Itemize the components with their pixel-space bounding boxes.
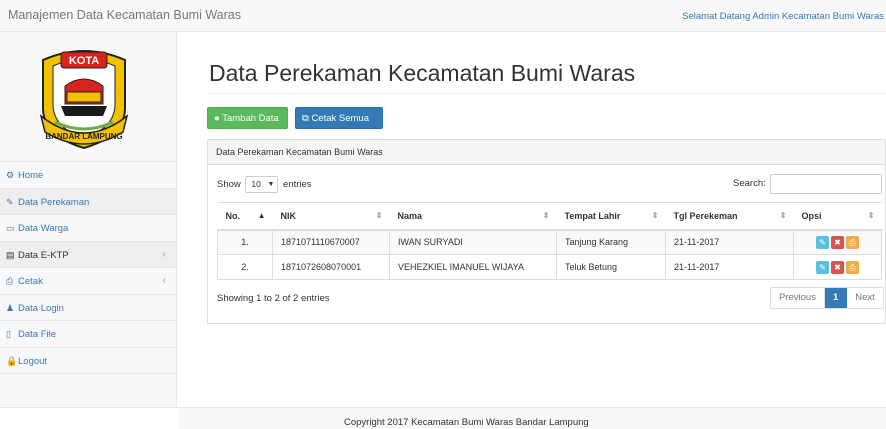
top-navbar: Manajemen Data Kecamatan Bumi Waras Sela…: [0, 0, 886, 32]
delete-button-icon[interactable]: ✖: [831, 260, 844, 274]
desktop-icon: ▭: [6, 223, 15, 233]
brand-title[interactable]: Manajemen Data Kecamatan Bumi Waras: [8, 8, 241, 22]
sidebar-item-label: Data Perekaman: [18, 196, 90, 208]
logo-text-top: KOTA: [69, 55, 99, 67]
search-input[interactable]: [770, 174, 882, 194]
sort-icon: ⇕: [651, 211, 659, 220]
sidebar-item-data-perekaman[interactable]: ✎ Data Perekaman: [0, 188, 176, 215]
column-header-nama[interactable]: Nama ⇕: [389, 202, 557, 231]
footer-left-spacer: [0, 407, 177, 429]
print-button-icon[interactable]: ⎙: [846, 235, 859, 249]
welcome-text: Selamat Datang Admin Kecamatan Bumi Wara…: [682, 11, 884, 22]
add-data-label: Tambah Data: [222, 113, 279, 124]
cell-nik: 1871072608070001: [272, 254, 390, 280]
column-header-tempat-lahir[interactable]: Tempat Lahir ⇕: [556, 202, 666, 231]
entries-select[interactable]: 10 ▼: [245, 176, 279, 193]
add-data-button[interactable]: ● Tambah Data: [207, 107, 288, 129]
cell-no: 1.: [217, 229, 273, 255]
cell-tempat-lahir: Teluk Betung: [556, 254, 666, 280]
title-divider: [207, 93, 886, 94]
sidebar: KOTA BANDAR LAMPUNG ⚙ Home ✎ Data Perekama…: [0, 32, 177, 407]
column-header-nik[interactable]: NIK ⇕: [272, 202, 390, 231]
cell-nik: 1871071110670007: [272, 229, 390, 255]
pagination-next[interactable]: Next: [847, 288, 883, 308]
sidebar-item-label: Logout: [18, 355, 48, 367]
table-row: 2. 1871072608070001 VEHEZKIEL IMANUEL WI…: [217, 254, 882, 280]
copy-icon: ⧉: [302, 113, 309, 124]
caret-down-icon: ▼: [267, 181, 275, 188]
length-control: Show 10 ▼ entries: [217, 176, 312, 193]
comment-icon: ●: [214, 113, 220, 124]
footer-copyright: Copyright 2017 Kecamatan Bumi Waras Band…: [344, 417, 589, 428]
logo-text-bottom: BANDAR LAMPUNG: [45, 132, 122, 141]
sort-icon: ⇕: [542, 211, 550, 220]
cell-tgl-perekeman: 21-11-2017: [665, 254, 794, 280]
edit-button-icon[interactable]: ✎: [816, 235, 829, 249]
sidebar-item-home[interactable]: ⚙ Home: [0, 162, 176, 189]
print-all-label: Cetak Semua: [311, 113, 369, 124]
delete-button-icon[interactable]: ✖: [831, 235, 844, 249]
sidebar-item-label: Home: [18, 170, 44, 181]
sidebar-item-label: Cetak: [18, 276, 43, 287]
column-header-tgl-perekeman[interactable]: Tgl Perekeman ⇕: [665, 202, 794, 231]
sidebar-item-label: Data E-KTP: [18, 249, 69, 261]
pagination: Previous 1 Next: [770, 287, 884, 309]
cell-opsi: ✎ ✖ ⎙: [793, 229, 882, 255]
table-header-row: No. ▲ NIK ⇕ Nama ⇕ Tempat Lahir ⇕ Tgl Pereke…: [217, 202, 882, 231]
sidebar-item-logout[interactable]: 🔒Logout: [0, 348, 176, 374]
cell-tempat-lahir: Tanjung Karang: [556, 229, 666, 255]
sidebar-item-data-warga[interactable]: ▭ Data Warga: [0, 215, 176, 242]
sort-asc-icon: ▲: [257, 211, 266, 220]
edit-button-icon[interactable]: ✎: [816, 260, 829, 274]
table-icon: ▤: [6, 249, 15, 260]
footer: Copyright 2017 Kecamatan Bumi Waras Band…: [177, 407, 886, 429]
page-title: Data Perekaman Kecamatan Bumi Waras: [209, 60, 636, 86]
dashboard-icon: ⚙: [6, 170, 15, 180]
cell-no: 2.: [217, 254, 273, 280]
cell-opsi: ✎ ✖ ⎙: [793, 254, 882, 280]
sort-icon: ⇕: [779, 211, 787, 220]
print-icon: ⎙: [6, 276, 14, 286]
show-label: Show: [217, 179, 241, 191]
edit-icon: ✎: [6, 196, 14, 207]
logo-area: KOTA BANDAR LAMPUNG: [0, 32, 176, 162]
sidebar-item-label: Data Warga: [18, 223, 69, 234]
table-info: Showing 1 to 2 of 2 entries: [217, 293, 330, 304]
sidebar-item-cetak[interactable]: ⎙ Cetak ‹: [0, 268, 176, 295]
panel-heading: Data Perekaman Kecamatan Bumi Waras: [208, 140, 885, 165]
sidebar-item-data-login[interactable]: ♟ Data Login: [0, 295, 176, 321]
chevron-left-icon: ‹: [162, 248, 166, 260]
sort-icon: ⇕: [375, 211, 383, 220]
chevron-left-icon: ‹: [162, 275, 166, 286]
pagination-previous[interactable]: Previous: [771, 288, 825, 308]
entries-label: entries: [283, 179, 312, 191]
pagination-page-1[interactable]: 1: [824, 288, 848, 308]
print-all-button[interactable]: ⧉ Cetak Semua: [295, 107, 383, 129]
column-header-opsi[interactable]: Opsi ⇕: [793, 202, 882, 231]
kota-bandar-lampung-logo: KOTA BANDAR LAMPUNG: [39, 50, 129, 150]
lock-icon: 🔒: [6, 355, 18, 366]
print-button-icon[interactable]: ⎙: [846, 260, 859, 274]
data-table: No. ▲ NIK ⇕ Nama ⇕ Tempat Lahir ⇕ Tgl Pereke…: [217, 202, 882, 280]
data-panel: Data Perekaman Kecamatan Bumi Waras Show…: [207, 139, 886, 324]
column-header-no[interactable]: No. ▲: [217, 202, 273, 231]
table-row: 1. 1871071110670007 IWAN SURYADI Tanjung…: [217, 229, 882, 255]
cell-nama: IWAN SURYADI: [389, 229, 557, 255]
sidebar-item-label: Data File: [18, 329, 57, 340]
sidebar-item-data-e-ktp[interactable]: ▤ Data E-KTP ‹: [0, 241, 176, 268]
entries-select-value: 10: [251, 179, 261, 189]
file-icon: ▯: [6, 329, 11, 339]
sort-icon: ⇕: [867, 211, 875, 220]
sidebar-item-label: Data Login: [18, 302, 64, 314]
sidebar-item-data-file[interactable]: ▯ Data File: [0, 321, 176, 348]
cell-nama: VEHEZKIEL IMANUEL WIJAYA: [389, 254, 557, 280]
user-icon: ♟: [6, 302, 15, 313]
search-label: Search:: [733, 178, 766, 189]
cell-tgl-perekeman: 21-11-2017: [665, 229, 794, 255]
